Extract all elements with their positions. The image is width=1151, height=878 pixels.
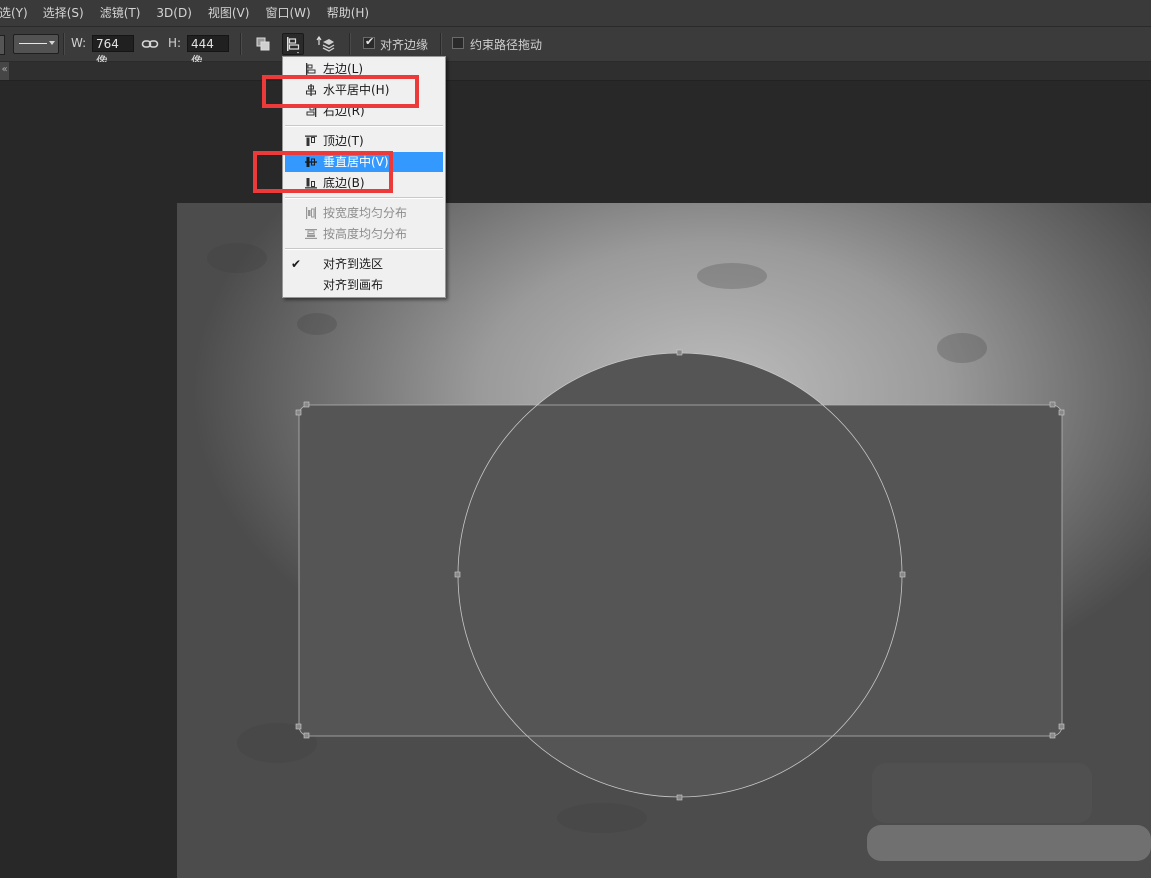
collapse-panels-icon[interactable]: « <box>0 62 9 80</box>
chevron-down-icon <box>49 41 55 45</box>
align-top-icon <box>305 135 317 146</box>
constrain-path-checkbox[interactable] <box>452 37 464 49</box>
width-label: W: <box>71 36 87 50</box>
separator <box>440 33 442 55</box>
texture-spot <box>237 723 317 763</box>
menu-filter[interactable]: 滤镜(T) <box>100 0 141 26</box>
menu-item-label: 按高度均匀分布 <box>323 227 408 241</box>
menu-separator <box>285 248 443 250</box>
menu-item-label: 顶边(T) <box>323 134 364 148</box>
document-tab-strip: « <box>0 62 1151 81</box>
check-icon: ✔ <box>365 35 375 48</box>
align-edges-checkbox[interactable]: ✔ <box>363 35 375 49</box>
menu-view[interactable]: 视图(V) <box>208 0 250 26</box>
document-canvas[interactable] <box>177 203 1151 878</box>
menu-item-label: 对齐到选区 <box>323 257 384 271</box>
separator <box>240 33 242 55</box>
align-left-icon <box>287 37 300 54</box>
menu-item-distribute-width: 按宽度均匀分布 <box>285 203 443 223</box>
menu-window[interactable]: 窗口(W) <box>265 0 310 26</box>
path-operations-button[interactable] <box>252 33 274 55</box>
width-input[interactable]: 764 像 <box>92 35 134 68</box>
menu-separator <box>285 125 443 127</box>
tool-preset-picker-edge[interactable] <box>0 35 5 55</box>
separator <box>63 33 65 55</box>
menu-item-label: 按宽度均匀分布 <box>323 206 408 220</box>
photoshop-window: 选(Y) 选择(S) 滤镜(T) 3D(D) 视图(V) 窗口(W) 帮助(H)… <box>0 0 1151 878</box>
texture-spot <box>297 313 337 335</box>
stroke-type-dropdown[interactable] <box>13 34 59 54</box>
menu-item-align-to-canvas[interactable]: 对齐到画布 <box>285 275 443 295</box>
separator <box>349 33 351 55</box>
align-edges-label: 对齐边缘 <box>380 38 429 52</box>
annotation-box-vertical-center <box>253 151 393 193</box>
align-left-icon <box>306 63 316 75</box>
menu-item-align-to-selection[interactable]: ✔ 对齐到选区 <box>285 254 443 274</box>
height-label: H: <box>168 36 182 50</box>
menu-separator <box>285 197 443 199</box>
layers-stack-icon <box>316 35 335 52</box>
menu-item-label: 对齐到画布 <box>323 278 384 292</box>
texture-smudge <box>872 763 1092 823</box>
menu-3d[interactable]: 3D(D) <box>156 0 191 26</box>
menu-select-partial[interactable]: 选(Y) <box>0 0 28 26</box>
menu-item-align-top[interactable]: 顶边(T) <box>285 131 443 151</box>
check-icon: ✔ <box>291 257 302 271</box>
constrain-path-label: 约束路径拖动 <box>470 38 543 52</box>
stroke-line-preview <box>19 43 47 44</box>
menu-help[interactable]: 帮助(H) <box>327 0 369 26</box>
link-icon[interactable] <box>141 37 159 51</box>
menu-select[interactable]: 选择(S) <box>43 0 84 26</box>
path-alignment-button[interactable] <box>282 33 304 55</box>
options-bar: W: 764 像 H: 444 像 ✔ 对齐边缘 约束路径拖动 <box>0 27 1151 68</box>
path-operations-icon <box>256 37 270 51</box>
texture-spot <box>697 263 767 289</box>
texture-spot <box>557 803 647 833</box>
height-input[interactable]: 444 像 <box>187 35 229 68</box>
texture-streak <box>867 825 1151 861</box>
path-arrangement-button[interactable] <box>313 33 335 55</box>
distribute-height-icon <box>305 229 317 239</box>
menu-item-distribute-height: 按高度均匀分布 <box>285 224 443 244</box>
texture-spot <box>207 243 267 273</box>
menu-bar: 选(Y) 选择(S) 滤镜(T) 3D(D) 视图(V) 窗口(W) 帮助(H) <box>0 0 1151 27</box>
annotation-box-horizontal-center <box>262 75 419 108</box>
texture-spot <box>937 333 987 363</box>
distribute-width-icon <box>306 207 316 219</box>
